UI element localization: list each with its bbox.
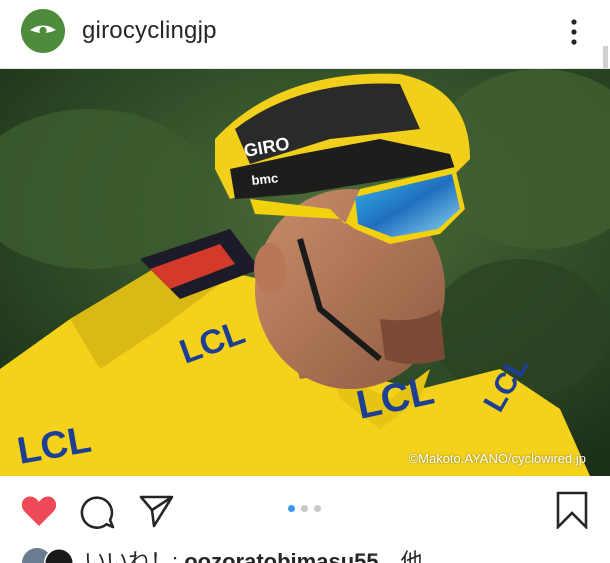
carousel-dot (314, 505, 321, 512)
likes-suffix: 、他 (378, 549, 423, 563)
svg-text:bmc: bmc (251, 170, 279, 188)
liker-username[interactable]: oozoratobimasu55 (184, 549, 378, 563)
bookmark-icon (556, 491, 588, 531)
account-username[interactable]: girocyclingjp (82, 17, 217, 45)
post-action-bar (0, 478, 610, 540)
eye-logo-icon (21, 9, 65, 53)
like-button[interactable] (20, 493, 58, 529)
post-header: girocyclingjp (0, 0, 610, 69)
more-vertical-icon (571, 19, 577, 45)
liker-avatars[interactable] (20, 546, 76, 563)
cyclist-image: LCL LCL LCL LCL GIRO bmc (0, 69, 610, 476)
likes-row: いいね！: oozoratobimasu55、他 (0, 540, 610, 563)
scrollbar[interactable] (603, 46, 608, 68)
profile-avatar[interactable] (21, 9, 65, 53)
carousel-dot (301, 505, 308, 512)
comment-icon (80, 496, 115, 529)
comment-button[interactable] (80, 494, 116, 530)
send-icon (139, 495, 174, 528)
more-options-button[interactable] (560, 16, 588, 48)
post-photo[interactable]: LCL LCL LCL LCL GIRO bmc ©Makoto.AYANO/c… (0, 69, 610, 476)
share-button[interactable] (138, 493, 174, 529)
heart-icon (21, 496, 57, 526)
likes-text[interactable]: いいね！: oozoratobimasu55、他 (84, 544, 423, 563)
likes-prefix: いいね！: (84, 549, 185, 563)
save-button[interactable] (555, 491, 589, 531)
photo-credit: ©Makoto.AYANO/cyclowired.jp (408, 451, 586, 466)
carousel-indicator (288, 505, 324, 513)
carousel-dot-active (288, 505, 295, 512)
